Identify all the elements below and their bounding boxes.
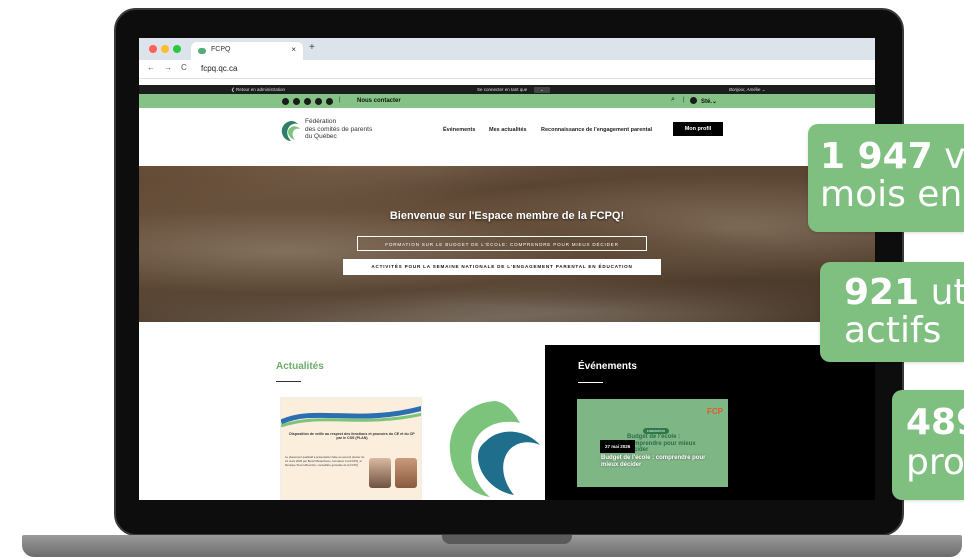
fcpq-large-logo-icon bbox=[449, 401, 540, 497]
person-photo-2 bbox=[395, 458, 417, 488]
tab-close-icon[interactable]: × bbox=[291, 45, 296, 54]
user-greeting[interactable]: Bonjour, Amélie ⌄ bbox=[729, 87, 765, 93]
search-icon[interactable]: ⌕ bbox=[671, 96, 675, 104]
stat-number: 1 947 bbox=[820, 136, 933, 177]
laptop-base bbox=[22, 535, 962, 557]
news-card[interactable]: Disposition de veille au respect des fon… bbox=[280, 397, 422, 500]
stat-badge-visits: 1 947 v mois en bbox=[808, 124, 964, 232]
favicon-icon bbox=[198, 48, 206, 54]
stat-number: 489 bbox=[906, 402, 964, 443]
hero-budget-training-button[interactable]: FORMATION SUR LE BUDGET DE L'ÉCOLE: COMP… bbox=[357, 236, 647, 251]
window-minimize-dot[interactable] bbox=[161, 45, 169, 53]
topbar-separator: | bbox=[339, 97, 341, 103]
stat-badge-users: 921 ut actifs bbox=[820, 262, 964, 362]
stat-label-start: ut bbox=[919, 272, 964, 313]
org-name[interactable]: Fédération des comités de parents du Qué… bbox=[305, 118, 372, 141]
events-section-title: Événements bbox=[578, 361, 637, 372]
event-title[interactable]: Budget de l'école : comprendre pour mieu… bbox=[601, 455, 711, 469]
top-utility-bar: | Nous contacter ⌕ | Sté.⌄ bbox=[139, 94, 875, 108]
stat-label-line2: mois en bbox=[820, 174, 963, 215]
nav-my-news[interactable]: Mes actualités bbox=[489, 127, 527, 133]
hero-banner: Bienvenue sur l'Espace membre de la FCPQ… bbox=[139, 166, 875, 322]
window-close-dot[interactable] bbox=[149, 45, 157, 53]
tab-title: FCPQ bbox=[211, 46, 231, 53]
facebook-social-icon[interactable] bbox=[293, 97, 300, 105]
connect-as-dropdown[interactable]: ⌄ bbox=[534, 86, 550, 93]
connect-as-label: Se connecter en tant que bbox=[477, 86, 528, 92]
stat-badge-profiles: 489 pro bbox=[892, 390, 964, 500]
forward-button[interactable]: → bbox=[164, 63, 172, 72]
person-photo-1 bbox=[369, 458, 391, 488]
nav-recognition[interactable]: Reconnaissance de l'engagement parental bbox=[541, 127, 652, 133]
laptop-notch bbox=[442, 535, 572, 544]
x-social-icon[interactable] bbox=[282, 97, 289, 105]
stat-number: 921 bbox=[844, 272, 920, 313]
user-icon[interactable] bbox=[690, 97, 697, 104]
reload-button[interactable]: C bbox=[181, 63, 187, 72]
fcpq-logo-icon[interactable] bbox=[281, 120, 301, 142]
contact-link[interactable]: Nous contacter bbox=[357, 98, 401, 104]
news-card-body: Le placement qualitatif a présentation f… bbox=[285, 455, 365, 467]
event-card[interactable]: FCP FORMATION Budget de l'école : compre… bbox=[577, 399, 728, 487]
window-maximize-dot[interactable] bbox=[173, 45, 181, 53]
topbar-separator-2: | bbox=[683, 97, 685, 103]
instagram-social-icon[interactable] bbox=[326, 97, 333, 105]
new-tab-button[interactable]: + bbox=[309, 42, 315, 53]
address-bar: ← → C fcpq.qc.ca bbox=[139, 60, 875, 79]
main-content: Actualités Disposition de veille au resp… bbox=[139, 322, 875, 500]
stat-label-start: v bbox=[932, 136, 964, 177]
url-input[interactable]: fcpq.qc.ca bbox=[201, 64, 237, 73]
news-divider bbox=[276, 381, 301, 382]
news-section-title: Actualités bbox=[276, 361, 324, 372]
profile-button[interactable]: Mon profil bbox=[673, 122, 723, 136]
nav-events[interactable]: Événements bbox=[443, 127, 475, 133]
site-header: Fédération des comités de parents du Qué… bbox=[139, 108, 875, 166]
events-divider bbox=[578, 382, 603, 383]
site-selector[interactable]: Sté.⌄ bbox=[701, 98, 717, 105]
back-to-admin-link[interactable]: ❮ Retour en administration bbox=[231, 87, 285, 93]
event-card-logo: FCP bbox=[707, 407, 723, 416]
hero-activities-button[interactable]: ACTIVITÉS POUR LA SEMAINE NATIONALE DE L… bbox=[343, 259, 661, 275]
back-button[interactable]: ← bbox=[147, 63, 155, 72]
events-panel: Événements FCP FORMATION Budget de l'éco… bbox=[545, 345, 875, 500]
browser-screen: FCPQ × + ← → C fcpq.qc.ca ❮ Retour en ad… bbox=[139, 38, 875, 500]
linkedin-social-icon[interactable] bbox=[315, 97, 322, 105]
news-card-heading: Disposition de veille au respect des fon… bbox=[289, 432, 415, 440]
event-date: 27 mai 2026 bbox=[600, 440, 636, 453]
wave-graphic-icon bbox=[281, 398, 421, 428]
browser-tab[interactable]: FCPQ × bbox=[191, 42, 303, 60]
browser-tabbar: FCPQ × + bbox=[139, 38, 875, 60]
admin-bar: ❮ Retour en administration Se connecter … bbox=[139, 85, 875, 94]
stat-label-line2: actifs bbox=[844, 310, 942, 351]
event-card-heading: Budget de l'école : comprendre pour mieu… bbox=[627, 434, 696, 453]
youtube-social-icon[interactable] bbox=[304, 97, 311, 105]
news-card-logo[interactable] bbox=[440, 397, 550, 500]
hero-title: Bienvenue sur l'Espace membre de la FCPQ… bbox=[389, 210, 625, 222]
stat-label-line2: pro bbox=[906, 442, 964, 483]
